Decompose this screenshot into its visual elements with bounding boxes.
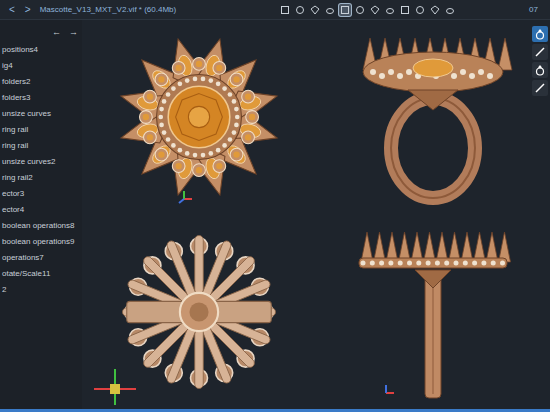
top-viewport[interactable] bbox=[82, 20, 316, 215]
side-tool-button[interactable] bbox=[532, 80, 548, 96]
layer-item[interactable]: ring rail bbox=[0, 138, 82, 154]
layer-item[interactable]: 2 bbox=[0, 282, 82, 298]
layer-item[interactable]: unsize curves bbox=[0, 106, 82, 122]
nav-button[interactable]: > bbox=[24, 2, 32, 17]
tool-button[interactable] bbox=[384, 4, 396, 16]
layer-item[interactable]: operations7 bbox=[0, 250, 82, 266]
layer-item[interactable]: ring rail bbox=[0, 122, 82, 138]
nav-button[interactable]: < bbox=[8, 2, 16, 17]
side-tool-button[interactable] bbox=[532, 26, 548, 42]
layer-item[interactable]: folders3 bbox=[0, 90, 82, 106]
layer-item[interactable]: folders2 bbox=[0, 74, 82, 90]
workspace: ←→ positions4ig4folders2folders3unsize c… bbox=[0, 20, 550, 409]
ring-icon bbox=[534, 28, 546, 40]
layer-item[interactable]: ector3 bbox=[0, 186, 82, 202]
status-line bbox=[0, 409, 550, 412]
gizmo-icon[interactable] bbox=[90, 367, 140, 407]
tool-button[interactable] bbox=[294, 4, 306, 16]
ring-icon bbox=[534, 82, 546, 94]
file-title: Mascotte_V13_MXT_V2.vif * (60.4Mb) bbox=[40, 4, 177, 16]
tool-button[interactable] bbox=[354, 4, 366, 16]
tool-button[interactable] bbox=[279, 4, 291, 16]
brush-icon bbox=[534, 46, 546, 58]
axis-icon bbox=[376, 383, 396, 403]
cam-icon bbox=[385, 5, 395, 15]
layer-item[interactable]: positions4 bbox=[0, 42, 82, 58]
tool-button[interactable] bbox=[444, 4, 456, 16]
axis-icon bbox=[174, 189, 194, 209]
circle-icon bbox=[370, 5, 380, 15]
side-toolbar bbox=[532, 26, 548, 96]
box-icon bbox=[430, 5, 440, 15]
tool-button[interactable] bbox=[429, 4, 441, 16]
bottom-viewport[interactable] bbox=[82, 215, 316, 410]
grid-icon bbox=[355, 5, 365, 15]
layer-item[interactable]: boolean operations9 bbox=[0, 234, 82, 250]
side-tool-button[interactable] bbox=[532, 44, 548, 60]
tool-button[interactable] bbox=[369, 4, 381, 16]
bottle-icon bbox=[400, 5, 410, 15]
sphere-icon bbox=[340, 5, 350, 15]
layer-nav-button[interactable]: → bbox=[69, 26, 78, 42]
ring-perspective-render bbox=[353, 30, 513, 205]
grid-icon bbox=[534, 64, 546, 76]
perspective-viewport[interactable] bbox=[316, 20, 550, 215]
cube-icon bbox=[280, 5, 290, 15]
layer-item[interactable]: unsize curves2 bbox=[0, 154, 82, 170]
toolbar bbox=[184, 4, 521, 16]
side-tool-button[interactable] bbox=[532, 62, 548, 78]
layer-nav-button[interactable]: ← bbox=[52, 26, 61, 42]
tag-icon bbox=[445, 5, 455, 15]
tool-button[interactable] bbox=[309, 4, 321, 16]
ring-side-render bbox=[353, 222, 513, 402]
layer-item[interactable]: ring rail2 bbox=[0, 170, 82, 186]
tool-button[interactable] bbox=[324, 4, 336, 16]
ring-top-render bbox=[114, 32, 284, 202]
tool-button[interactable] bbox=[339, 4, 351, 16]
layer-panel: ←→ positions4ig4folders2folders3unsize c… bbox=[0, 20, 82, 409]
ring-bottom-render bbox=[114, 227, 284, 397]
layer-item[interactable]: ig4 bbox=[0, 58, 82, 74]
side-viewport[interactable] bbox=[316, 215, 550, 410]
tool-button[interactable] bbox=[414, 4, 426, 16]
file-nav: <> bbox=[8, 2, 32, 17]
app-window: <> Mascotte_V13_MXT_V2.vif * (60.4Mb) 07… bbox=[0, 0, 550, 412]
layer-item[interactable]: otate/Scale11 bbox=[0, 266, 82, 282]
flask-icon bbox=[415, 5, 425, 15]
layer-item[interactable]: boolean operations8 bbox=[0, 218, 82, 234]
corner-label: 07 bbox=[529, 4, 542, 16]
viewports bbox=[82, 20, 550, 409]
gem-icon bbox=[310, 5, 320, 15]
layer-item[interactable]: ector4 bbox=[0, 202, 82, 218]
tool-button[interactable] bbox=[399, 4, 411, 16]
eye-icon bbox=[295, 5, 305, 15]
ring-icon bbox=[325, 5, 335, 15]
top-bar: <> Mascotte_V13_MXT_V2.vif * (60.4Mb) 07 bbox=[0, 0, 550, 20]
